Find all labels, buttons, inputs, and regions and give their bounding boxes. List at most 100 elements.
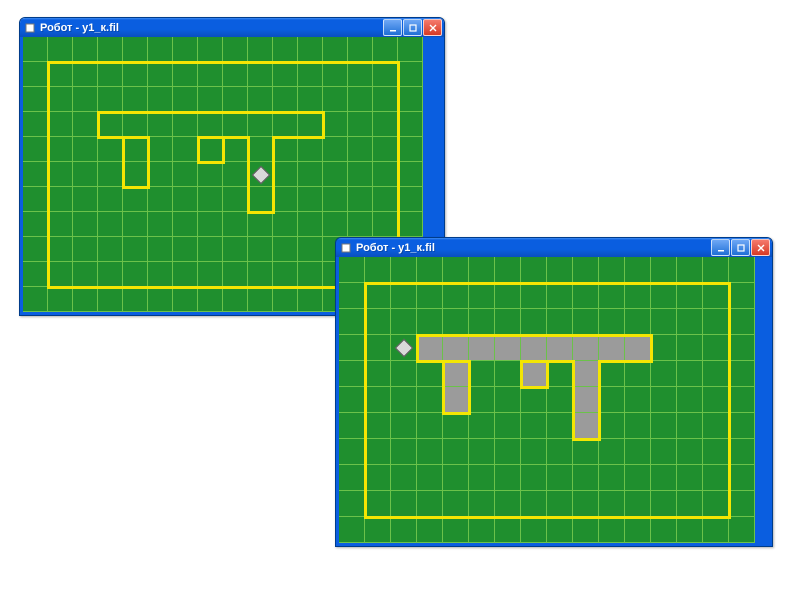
grid-cell bbox=[599, 413, 625, 439]
grid-cell bbox=[73, 237, 98, 262]
wall-v bbox=[520, 360, 523, 389]
grid-cell bbox=[651, 335, 677, 361]
grid-cell bbox=[298, 262, 323, 287]
grid-cell bbox=[348, 112, 373, 137]
grid-cell bbox=[599, 491, 625, 517]
grid-cell bbox=[23, 137, 48, 162]
close-button[interactable] bbox=[751, 239, 770, 256]
robot-field[interactable] bbox=[339, 257, 755, 543]
grid-cell bbox=[298, 112, 323, 137]
grid-cell bbox=[48, 212, 73, 237]
grid-cell bbox=[677, 361, 703, 387]
grid-cell bbox=[703, 335, 729, 361]
grid-cell bbox=[677, 439, 703, 465]
titlebar[interactable]: Робот - y1_к.fil bbox=[20, 18, 444, 37]
wall-v bbox=[442, 360, 445, 415]
grid-cell bbox=[365, 335, 391, 361]
grid-cell bbox=[323, 87, 348, 112]
field-border bbox=[364, 282, 731, 285]
grid-cell bbox=[521, 387, 547, 413]
grid-cell bbox=[625, 387, 651, 413]
grid-cell bbox=[677, 309, 703, 335]
field-border bbox=[47, 61, 50, 289]
maximize-button[interactable] bbox=[731, 239, 750, 256]
grid-cell bbox=[443, 439, 469, 465]
grid-cell bbox=[98, 212, 123, 237]
maximize-button[interactable] bbox=[403, 19, 422, 36]
grid-cell bbox=[625, 465, 651, 491]
grid-cell bbox=[339, 413, 365, 439]
grid-cell bbox=[248, 237, 273, 262]
grid-cell bbox=[469, 387, 495, 413]
app-icon bbox=[24, 22, 36, 34]
wall-h bbox=[598, 360, 653, 363]
grid-cell bbox=[98, 237, 123, 262]
grid-cell bbox=[73, 162, 98, 187]
grid-cell bbox=[391, 517, 417, 543]
grid-cell bbox=[573, 517, 599, 543]
grid-cell bbox=[651, 387, 677, 413]
grid-cell bbox=[547, 361, 573, 387]
grid-cell bbox=[651, 283, 677, 309]
grid-cell bbox=[417, 439, 443, 465]
grid-cell bbox=[298, 62, 323, 87]
grid-cell bbox=[23, 212, 48, 237]
filled-cell bbox=[521, 361, 547, 387]
grid-cell bbox=[273, 137, 298, 162]
grid-cell bbox=[198, 87, 223, 112]
grid-cell bbox=[495, 257, 521, 283]
grid-cell bbox=[148, 62, 173, 87]
grid-cell bbox=[729, 309, 755, 335]
grid-cell bbox=[339, 387, 365, 413]
titlebar[interactable]: Робот - y1_к.fil bbox=[336, 238, 772, 257]
grid-cell bbox=[547, 309, 573, 335]
grid-cell bbox=[98, 187, 123, 212]
grid-cell bbox=[651, 257, 677, 283]
minimize-button[interactable] bbox=[383, 19, 402, 36]
grid-cell bbox=[677, 387, 703, 413]
grid-cell bbox=[703, 491, 729, 517]
close-button[interactable] bbox=[423, 19, 442, 36]
grid-cell bbox=[521, 465, 547, 491]
wall-v bbox=[322, 111, 325, 139]
grid-cell bbox=[323, 62, 348, 87]
grid-cell bbox=[98, 162, 123, 187]
grid-cell bbox=[298, 287, 323, 312]
grid-cell bbox=[48, 112, 73, 137]
grid-cell bbox=[123, 212, 148, 237]
grid-cell bbox=[98, 137, 123, 162]
grid-cell bbox=[443, 413, 469, 439]
grid-cell bbox=[521, 283, 547, 309]
grid-cell bbox=[651, 517, 677, 543]
grid-cell bbox=[123, 237, 148, 262]
grid-cell bbox=[573, 309, 599, 335]
wall-v bbox=[572, 360, 575, 441]
grid-cell bbox=[417, 517, 443, 543]
grid-cell bbox=[443, 465, 469, 491]
filled-cell bbox=[599, 335, 625, 361]
grid-cell bbox=[198, 112, 223, 137]
grid-cell bbox=[703, 257, 729, 283]
grid-cell bbox=[273, 237, 298, 262]
filled-cell bbox=[443, 387, 469, 413]
wall-h bbox=[416, 334, 653, 337]
grid-cell bbox=[348, 62, 373, 87]
grid-cell bbox=[223, 237, 248, 262]
grid-cell bbox=[248, 262, 273, 287]
grid-cell bbox=[495, 361, 521, 387]
grid-cell bbox=[729, 361, 755, 387]
grid-cell bbox=[123, 62, 148, 87]
grid-cell bbox=[248, 87, 273, 112]
grid-cell bbox=[365, 465, 391, 491]
grid-cell bbox=[599, 309, 625, 335]
minimize-button[interactable] bbox=[711, 239, 730, 256]
wall-v bbox=[416, 334, 419, 363]
grid-cell bbox=[599, 439, 625, 465]
grid-cell bbox=[273, 287, 298, 312]
grid-cell bbox=[148, 212, 173, 237]
grid-cell bbox=[703, 517, 729, 543]
grid-cell bbox=[651, 413, 677, 439]
grid-cell bbox=[391, 257, 417, 283]
wall-h bbox=[572, 438, 601, 441]
grid-cell bbox=[373, 37, 398, 62]
